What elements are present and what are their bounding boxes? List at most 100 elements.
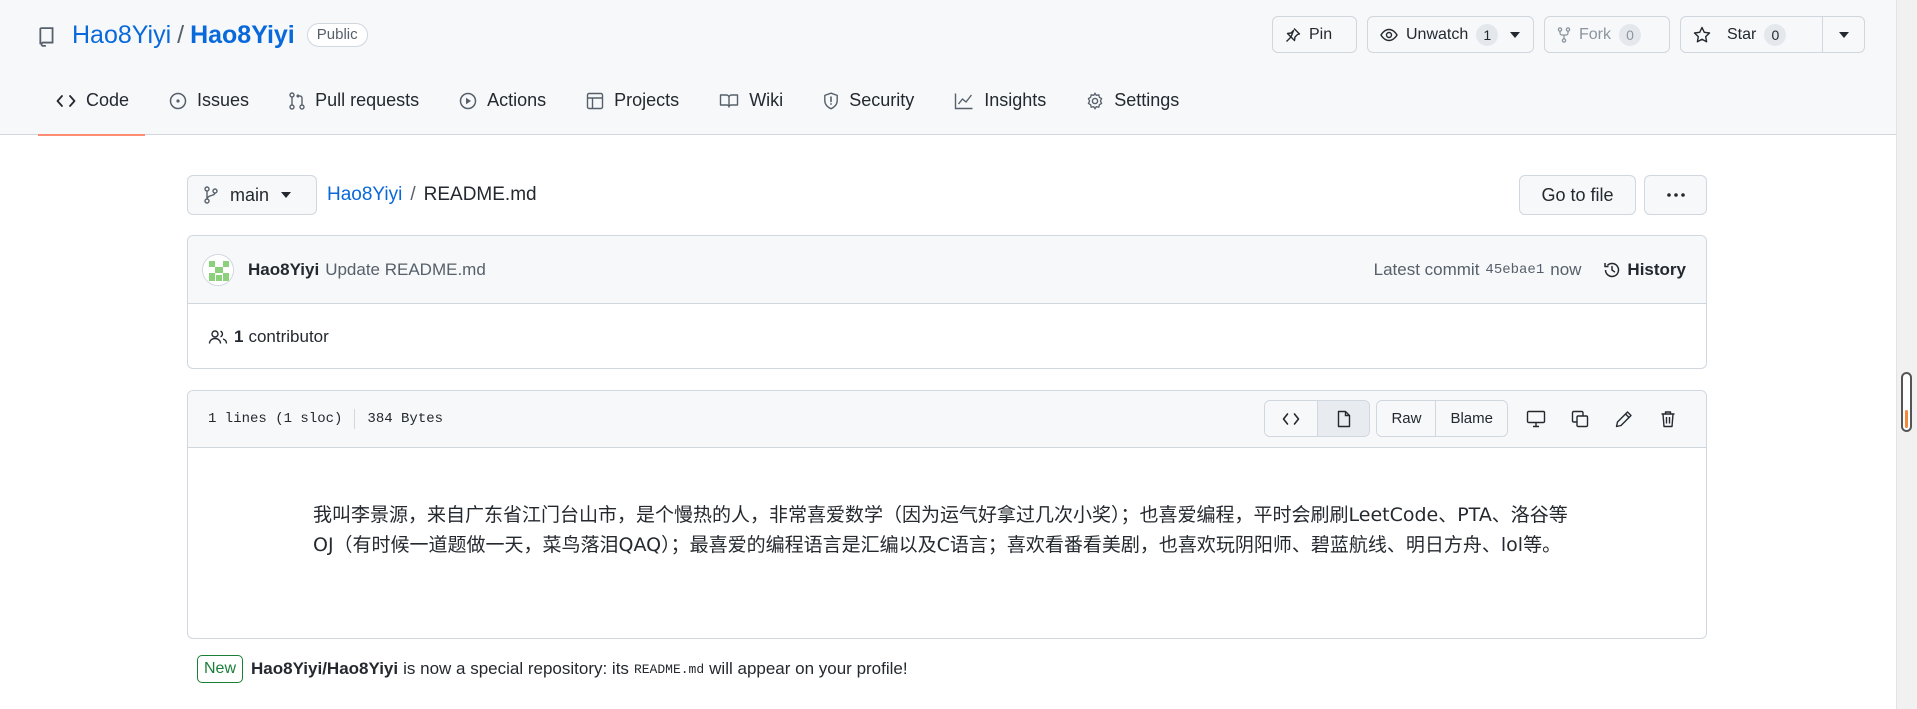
delete-file-button[interactable]: [1646, 400, 1690, 437]
branch-selector[interactable]: main: [187, 175, 317, 215]
avatar[interactable]: [202, 253, 234, 286]
tab-security[interactable]: Security: [805, 78, 930, 135]
commit-sha-link[interactable]: 45ebae1: [1485, 262, 1544, 278]
star-counter: 0: [1764, 23, 1787, 46]
star-label: Star: [1727, 25, 1757, 43]
kebab-horizontal-icon: [1666, 193, 1685, 197]
tab-label: Insights: [984, 90, 1047, 110]
tab-label: Issues: [197, 90, 250, 110]
tab-label: Settings: [1114, 90, 1180, 110]
tab-settings[interactable]: Settings: [1068, 78, 1195, 135]
fork-icon: [1557, 26, 1571, 43]
tab-label: Pull requests: [315, 90, 420, 110]
tab-issues[interactable]: Issues: [151, 78, 265, 135]
latest-commit-label: Latest commit: [1373, 260, 1480, 279]
tab-label: Wiki: [749, 90, 784, 110]
repo-name-link[interactable]: Hao8Yiyi: [190, 21, 295, 50]
file-icon: [1337, 410, 1351, 427]
code-icon: [1283, 412, 1300, 425]
star-button-group: Star 0: [1680, 16, 1865, 53]
repo-title: Hao8Yiyi / Hao8Yiyi Public: [38, 18, 368, 52]
display-source-button[interactable]: [1265, 401, 1318, 436]
commit-box: Hao8Yiyi Update README.md Latest commit …: [187, 235, 1707, 369]
file-actions: Raw Blame: [1264, 400, 1690, 437]
desktop-icon: [1526, 410, 1546, 427]
history-icon: [1604, 262, 1620, 278]
tab-insights[interactable]: Insights: [936, 78, 1062, 135]
raw-button[interactable]: Raw: [1377, 401, 1436, 436]
header-actions: Pin Unwatch 1 Fork 0 Star 0: [1272, 16, 1865, 53]
repo-nav-tabs: Code Issues Pull requests Actions Projec…: [38, 78, 1201, 136]
tab-actions[interactable]: Actions: [441, 78, 562, 135]
open-desktop-button[interactable]: [1514, 400, 1558, 437]
pull-request-icon: [289, 91, 305, 110]
notice-text: is now a special repository: its: [403, 659, 629, 678]
file-navigation: main Hao8Yiyi / README.md Go to file: [187, 175, 1707, 215]
code-icon: [56, 94, 76, 107]
page-scrollbar[interactable]: [1896, 0, 1917, 709]
pin-icon: [1286, 27, 1301, 42]
commit-time: now: [1550, 260, 1582, 279]
play-icon: [459, 92, 477, 109]
unwatch-button[interactable]: Unwatch 1: [1367, 16, 1534, 53]
repo-icon: [38, 25, 56, 47]
breadcrumb-repo-link[interactable]: Hao8Yiyi: [327, 184, 402, 206]
breadcrumb-file-name: README.md: [423, 184, 537, 205]
table-icon: [586, 92, 604, 109]
history-button[interactable]: History: [1603, 260, 1686, 280]
owner-link[interactable]: Hao8Yiyi: [72, 21, 171, 50]
graph-icon: [955, 93, 973, 109]
star-button[interactable]: Star 0: [1680, 16, 1823, 53]
star-list-dropdown[interactable]: [1823, 16, 1865, 53]
commit-author-link[interactable]: Hao8Yiyi: [248, 260, 319, 280]
commit-message-link[interactable]: Update README.md: [325, 260, 486, 280]
file-line-count: 1 lines (1 sloc): [208, 411, 343, 427]
tab-projects[interactable]: Projects: [568, 78, 695, 135]
gear-icon: [1088, 92, 1103, 109]
file-info-divider: [354, 409, 356, 429]
go-to-file-button[interactable]: Go to file: [1519, 175, 1636, 215]
chevron-down-icon: [281, 192, 292, 198]
tab-pull-requests[interactable]: Pull requests: [271, 78, 435, 135]
tab-wiki[interactable]: Wiki: [701, 78, 799, 135]
branch-name: main: [230, 184, 270, 205]
unwatch-label: Unwatch: [1406, 25, 1469, 43]
breadcrumb: Hao8Yiyi / README.md: [327, 184, 537, 206]
edit-file-button[interactable]: [1602, 400, 1646, 437]
history-label: History: [1627, 260, 1686, 279]
copy-icon: [1571, 410, 1589, 427]
star-icon: [1693, 26, 1711, 42]
scrollbar-thumb[interactable]: [1901, 372, 1912, 432]
watch-counter: 1: [1476, 23, 1499, 46]
contributor-label[interactable]: contributor: [248, 327, 328, 347]
eye-icon: [1380, 28, 1398, 41]
readme-content: 我叫李景源，来自广东省江门台山市，是个慢热的人，非常喜爱数学（因为运气好拿过几次…: [313, 504, 1568, 556]
display-rendered-button[interactable]: [1317, 401, 1370, 436]
people-icon: [208, 330, 228, 344]
contributor-count: 1: [234, 327, 244, 346]
more-options-button[interactable]: [1644, 175, 1707, 215]
new-badge: New: [197, 655, 244, 683]
fork-counter: 0: [1619, 23, 1641, 46]
chevron-down-icon: [1510, 31, 1521, 38]
fork-label: Fork: [1579, 25, 1611, 43]
tab-code[interactable]: Code: [38, 78, 146, 136]
contributors-row: 1 contributor: [188, 304, 1706, 368]
notice-code: README.md: [633, 661, 705, 677]
tab-label: Actions: [487, 90, 547, 110]
notice-repo-name: Hao8Yiyi/Hao8Yiyi: [251, 659, 399, 678]
fork-button[interactable]: Fork 0: [1544, 16, 1670, 53]
repo-title-separator: /: [177, 20, 185, 49]
pin-button[interactable]: Pin: [1272, 16, 1357, 53]
copy-raw-button[interactable]: [1558, 400, 1602, 437]
git-branch-icon: [204, 186, 218, 204]
repo-header: Hao8Yiyi / Hao8Yiyi Public Pin Unwatch 1…: [0, 0, 1896, 136]
tab-label: Security: [849, 90, 915, 110]
blame-button[interactable]: Blame: [1435, 401, 1507, 436]
book-icon: [719, 93, 739, 108]
pencil-icon: [1615, 410, 1632, 427]
notice-text-end: will appear on your profile!: [709, 659, 908, 678]
raw-blame-group: Raw Blame: [1376, 400, 1508, 437]
trash-icon: [1661, 410, 1675, 427]
latest-commit-row: Hao8Yiyi Update README.md Latest commit …: [188, 236, 1706, 304]
